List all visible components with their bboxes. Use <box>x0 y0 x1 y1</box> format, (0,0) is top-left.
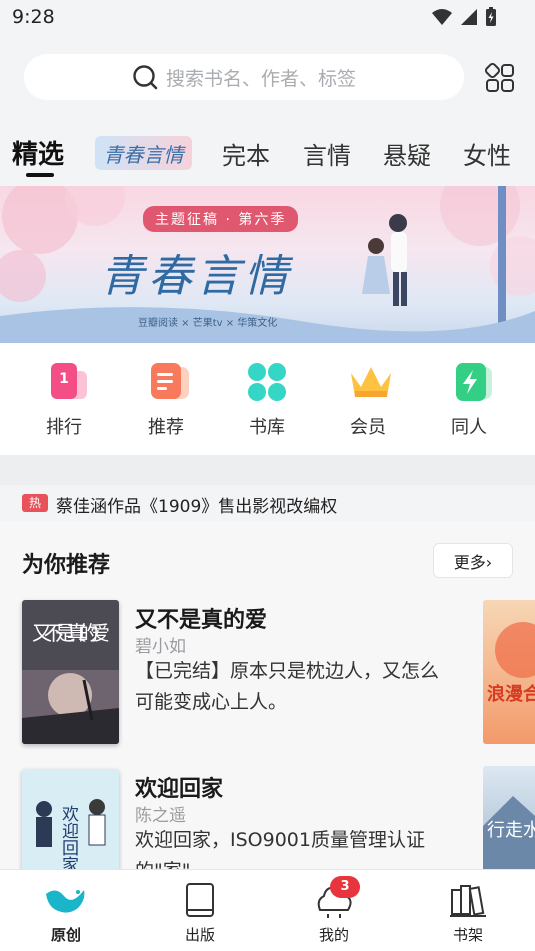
tab-suspense[interactable]: 悬疑 <box>383 136 431 171</box>
book-cover-title: 又不是真的爱 <box>32 621 110 645</box>
recommend-icon <box>145 361 189 403</box>
crown-icon <box>347 361 391 403</box>
notification-badge: 3 <box>330 876 360 898</box>
fanfic-icon <box>448 361 492 403</box>
search-row: 搜索书名、作者、标签 <box>0 52 535 102</box>
book-cover-title: 欢迎回家 <box>58 805 79 871</box>
more-button[interactable]: 更多› <box>433 543 513 578</box>
quick-library-label: 书库 <box>249 417 285 438</box>
book-author: 陈之遥 <box>135 806 186 826</box>
book-title: 又不是真的爱 <box>135 608 268 633</box>
quick-membership[interactable]: 会员 <box>328 361 408 439</box>
category-tabs: 精选 青春言情 完本 言情 悬疑 女性 <box>0 128 535 180</box>
nav-original-label: 原创 <box>50 926 81 944</box>
signal-icon <box>461 9 477 25</box>
quick-recommend-label: 推荐 <box>148 417 184 438</box>
battery-icon <box>486 7 496 26</box>
side-cover-text: 行走水云 <box>487 820 535 841</box>
tab-featured[interactable]: 精选 <box>12 134 64 171</box>
book-author: 碧小如 <box>135 637 186 657</box>
quick-recommend[interactable]: 推荐 <box>126 361 206 439</box>
quick-fanfic-label: 同人 <box>451 417 487 438</box>
book-description: 欢迎回家，ISO9001质量管理认证的"家" <box>135 829 425 871</box>
book-description: 【已完结】原本只是枕边人，又怎么可能变成心上人。 <box>135 660 440 713</box>
book-cover: 欢迎回家 <box>22 769 119 871</box>
quick-links: 1 排行 推荐 书库 会员 同人 <box>0 343 535 455</box>
tab-romance[interactable]: 言情 <box>303 136 351 171</box>
tab-completed[interactable]: 完本 <box>222 136 270 171</box>
search-placeholder: 搜索书名、作者、标签 <box>165 67 356 90</box>
nav-mine[interactable]: 3 我的 <box>299 876 369 945</box>
promo-banner[interactable]: 主题征稿 · 第六季 青春言情 豆瓣阅读 × 芒果tv × 华策文化 <box>0 186 535 343</box>
nav-mine-label: 我的 <box>318 926 349 944</box>
profile-icon: 3 <box>312 876 360 920</box>
tab-youth-romance[interactable]: 青春言情 <box>95 136 192 170</box>
book-card[interactable]: 又不是真的爱 又不是真的爱 碧小如 【已完结】原本只是枕边人，又怎么可能变成心上… <box>22 600 462 750</box>
quick-fanfic[interactable]: 同人 <box>429 361 509 439</box>
search-icon <box>133 65 158 90</box>
side-cover-text: 浪漫合 <box>487 683 535 705</box>
nav-publish[interactable]: 出版 <box>165 880 235 945</box>
search-input[interactable]: 搜索书名、作者、标签 <box>24 54 464 100</box>
side-book-cover[interactable]: 浪漫合 <box>483 600 535 744</box>
news-headline: 蔡佳涵作品《1909》售出影视改编权 <box>56 497 338 517</box>
nav-publish-label: 出版 <box>184 926 215 944</box>
recommend-title: 为你推荐 <box>22 553 111 578</box>
more-button-label: 更多› <box>453 552 493 572</box>
banner-title: 青春言情 <box>100 251 292 302</box>
tab-active-indicator <box>26 173 54 177</box>
banner-tag: 主题征稿 · 第六季 <box>143 206 299 232</box>
side-book-cover[interactable]: 行走水云 <box>483 766 535 871</box>
bottom-nav: 原创 出版 3 我的 书架 <box>0 869 535 951</box>
library-icon <box>246 361 288 403</box>
recommend-section: 为你推荐 更多› 又不是真的爱 又不是真的爱 碧小如 【已完结】原本只是枕边人，… <box>0 521 535 871</box>
nav-bookshelf[interactable]: 书架 <box>433 880 503 945</box>
wifi-icon <box>432 9 452 25</box>
status-bar: 9:28 <box>0 0 535 40</box>
ranking-icon: 1 <box>43 361 87 403</box>
book-icon <box>178 880 222 920</box>
banner-partners: 豆瓣阅读 × 芒果tv × 华策文化 <box>138 318 278 329</box>
category-grid-icon[interactable] <box>484 62 516 94</box>
quick-library[interactable]: 书库 <box>227 361 307 439</box>
hot-badge: 热 <box>22 494 48 512</box>
bookshelf-icon <box>446 880 490 920</box>
bird-icon <box>44 880 88 920</box>
quick-ranking-label: 排行 <box>46 417 82 438</box>
section-divider <box>0 455 535 485</box>
book-cover: 又不是真的爱 <box>22 600 119 744</box>
nav-original[interactable]: 原创 <box>31 880 101 945</box>
book-title: 欢迎回家 <box>135 777 224 802</box>
status-time: 9:28 <box>12 6 55 28</box>
quick-ranking[interactable]: 1 排行 <box>24 361 104 439</box>
quick-membership-label: 会员 <box>350 417 386 438</box>
ranking-icon-number: 1 <box>59 371 69 387</box>
tab-youth-romance-label: 青春言情 <box>103 142 184 167</box>
tab-female[interactable]: 女性 <box>463 136 511 171</box>
nav-bookshelf-label: 书架 <box>452 926 483 944</box>
news-ticker[interactable]: 热 蔡佳涵作品《1909》售出影视改编权 <box>0 485 535 520</box>
book-card[interactable]: 欢迎回家 欢迎回家 陈之遥 欢迎回家，ISO9001质量管理认证的"家" <box>22 769 462 871</box>
